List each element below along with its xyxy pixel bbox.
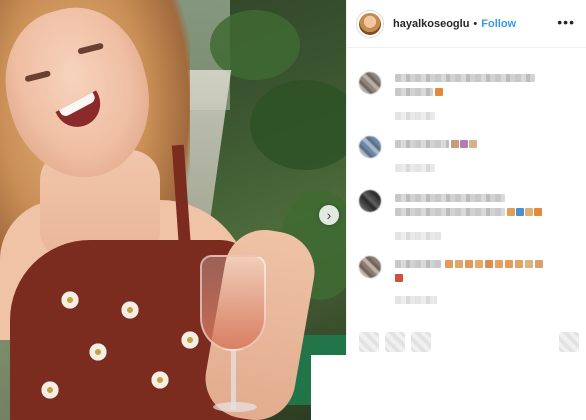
redacted-emoji	[515, 260, 523, 268]
photo-dress-flower	[150, 370, 170, 390]
heart-icon[interactable]	[359, 332, 379, 352]
photo-dress-flower	[60, 290, 80, 310]
photo-mouth	[55, 90, 109, 135]
redacted-emoji	[455, 260, 463, 268]
redacted-emoji	[395, 274, 403, 282]
redacted-emoji	[516, 208, 524, 216]
post-photo[interactable]: ›	[0, 0, 346, 420]
redacted-emoji	[445, 260, 453, 268]
photo-glass-base	[213, 402, 257, 412]
post-header: hayalkoseoglu • Follow •••	[347, 0, 586, 48]
photo-dress-flower	[120, 300, 140, 320]
chevron-right-icon: ›	[326, 206, 332, 223]
comment-avatar[interactable]	[359, 256, 381, 278]
redacted-emoji	[535, 260, 543, 268]
photo-glass-stem	[231, 350, 236, 410]
bookmark-icon[interactable]	[559, 332, 579, 352]
comment-avatar[interactable]	[359, 72, 381, 94]
redacted-emoji	[465, 260, 473, 268]
photo-dress-flower	[88, 342, 108, 362]
redacted-emoji	[485, 260, 493, 268]
photo-dress-flower	[180, 330, 200, 350]
redacted-text	[395, 194, 505, 202]
redacted-text	[395, 164, 435, 172]
redacted-emoji	[507, 208, 515, 216]
redacted-text	[395, 88, 433, 96]
comment-avatar[interactable]	[359, 190, 381, 212]
photo-teeth	[58, 92, 97, 119]
redacted-emoji	[495, 260, 503, 268]
blank-overlay	[311, 355, 451, 420]
share-icon[interactable]	[411, 332, 431, 352]
post-actions	[359, 332, 579, 356]
next-photo-button[interactable]: ›	[319, 205, 339, 225]
username-link[interactable]: hayalkoseoglu	[393, 18, 469, 30]
redacted-text	[395, 296, 437, 304]
redacted-emoji	[469, 140, 477, 148]
redacted-emoji	[534, 208, 542, 216]
redacted-emoji	[435, 88, 443, 96]
more-options-icon[interactable]: •••	[557, 14, 575, 30]
comment-icon[interactable]	[385, 332, 405, 352]
redacted-text	[395, 208, 505, 216]
separator-dot: •	[473, 17, 478, 30]
redacted-emoji	[451, 140, 459, 148]
photo-foliage	[250, 80, 346, 170]
redacted-emoji	[525, 208, 533, 216]
photo-eye	[77, 42, 104, 55]
redacted-emoji	[460, 140, 468, 148]
redacted-text	[395, 140, 449, 148]
redacted-emoji	[505, 260, 513, 268]
redacted-text	[395, 74, 535, 82]
redacted-emoji	[525, 260, 533, 268]
redacted-emoji	[475, 260, 483, 268]
follow-button[interactable]: Follow	[481, 18, 516, 30]
photo-eye	[24, 70, 52, 83]
photo-wine-glass	[200, 255, 266, 351]
avatar[interactable]	[357, 10, 383, 37]
redacted-text	[395, 232, 441, 240]
photo-dress-flower	[40, 380, 60, 400]
redacted-text	[395, 260, 441, 268]
comment-avatar[interactable]	[359, 136, 381, 158]
redacted-text	[395, 112, 435, 120]
